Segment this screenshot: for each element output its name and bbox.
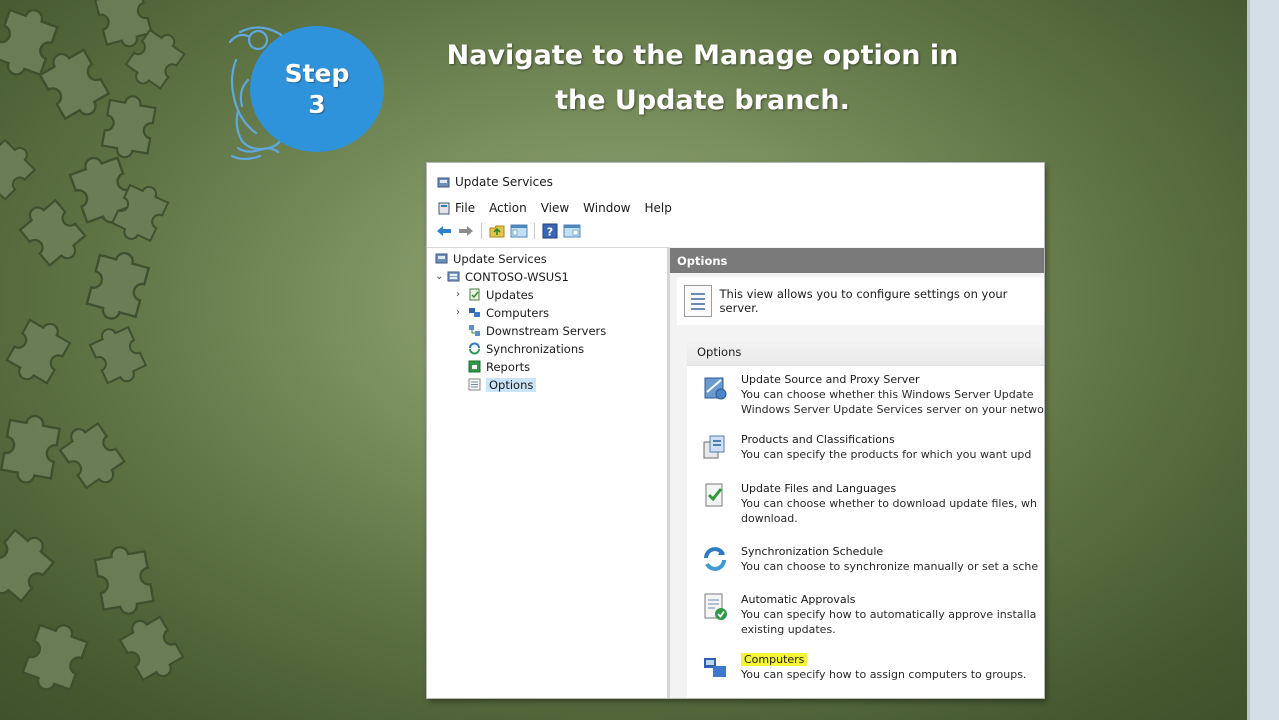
tree-item-computers[interactable]: › Computers: [456, 304, 549, 321]
puzzle-pieces-decoration: [0, 0, 190, 699]
update-services-window: Update Services File Action View Window …: [427, 163, 1044, 698]
update-files-icon: [705, 483, 723, 507]
computers-icon: [704, 658, 726, 677]
option-title: Products and Classifications: [741, 433, 895, 446]
option-description: You can specify the products for which y…: [741, 448, 1032, 461]
option-description: You can specify how to assign computers …: [741, 668, 1027, 681]
forward-arrow-icon[interactable]: [457, 223, 475, 239]
option-description: You can specify how to automatically app…: [741, 608, 1037, 621]
console-menu-icon[interactable]: [437, 202, 450, 215]
tree-item-options[interactable]: Options: [468, 376, 537, 393]
tree-label: Downstream Servers: [486, 323, 607, 338]
tree-label: Synchronizations: [486, 341, 585, 356]
tree-label: Computers: [486, 305, 550, 320]
window-title: Update Services: [455, 175, 553, 189]
update-services-icon: [435, 252, 448, 265]
help-icon[interactable]: ?: [541, 223, 559, 239]
option-description: You can choose to synchronize manually o…: [741, 560, 1039, 573]
step-label: Step: [284, 59, 350, 88]
console-tree-icon[interactable]: [510, 223, 528, 239]
option-title: Update Files and Languages: [741, 482, 897, 495]
console-tree-pane: Update Services ⌄ CONTOSO-WSUS1 › Update…: [427, 247, 667, 698]
option-automatic-approvals[interactable]: Automatic Approvals You can specify how …: [701, 592, 1044, 637]
toolbar: ?: [435, 221, 585, 241]
options-panel: Options Update Source and Proxy Server Y…: [687, 339, 1044, 698]
tree-item-server[interactable]: ⌄ CONTOSO-WSUS1: [435, 268, 569, 285]
slide-title-line-1: Navigate to the Manage option in: [446, 40, 959, 71]
toolbar-separator: [481, 223, 482, 239]
synchronizations-icon: [468, 342, 481, 355]
downstream-servers-icon: [468, 324, 481, 337]
menu-action[interactable]: Action: [489, 201, 527, 215]
tree-item-synchronizations[interactable]: Synchronizations: [468, 340, 584, 357]
update-services-app-icon: [437, 176, 450, 189]
chevron-down-icon[interactable]: ⌄: [435, 271, 447, 282]
tree-item-reports[interactable]: Reports: [468, 358, 530, 375]
back-arrow-icon[interactable]: [435, 223, 453, 239]
option-title: Computers: [741, 652, 1044, 667]
tree-label: Options: [486, 377, 537, 392]
tree-label: Updates: [486, 287, 534, 302]
option-synchronization-schedule[interactable]: Synchronization Schedule You can choose …: [701, 544, 1044, 574]
automatic-approvals-icon: [704, 593, 727, 620]
update-source-icon: [704, 377, 727, 400]
option-update-source-proxy[interactable]: Update Source and Proxy Server You can c…: [701, 372, 1044, 417]
tree-label: CONTOSO-WSUS1: [465, 269, 569, 284]
slide-side-strip: [1247, 0, 1279, 720]
option-title: Automatic Approvals: [741, 593, 856, 606]
menu-file[interactable]: File: [455, 201, 475, 215]
tree-item-updates[interactable]: › Updates: [456, 286, 534, 303]
tree-label: Reports: [486, 359, 531, 374]
intro-text: This view allows you to configure settin…: [719, 287, 1008, 315]
tree-item-update-services[interactable]: Update Services: [435, 250, 547, 267]
option-products-classifications[interactable]: Products and Classifications You can spe…: [701, 432, 1044, 462]
slide-title: Navigate to the Manage option in the Upd…: [420, 33, 985, 123]
computers-icon: [468, 306, 481, 319]
toolbar-separator: [534, 223, 535, 239]
option-description: You can choose whether this Windows Serv…: [741, 388, 1034, 401]
step-number: 3: [308, 90, 326, 119]
option-title: Update Source and Proxy Server: [741, 373, 920, 386]
option-description: Windows Server Update Services server on…: [741, 403, 1044, 416]
options-panel-title: Options: [687, 339, 1044, 366]
content-header: Options: [670, 248, 1044, 273]
window-titlebar: Update Services: [437, 173, 553, 191]
chevron-right-icon[interactable]: ›: [456, 289, 468, 300]
up-folder-icon[interactable]: [488, 223, 506, 239]
chevron-right-icon[interactable]: ›: [456, 307, 468, 318]
option-description: You can choose whether to download updat…: [741, 497, 1037, 510]
step-badge: Step 3: [250, 26, 384, 152]
options-content-pane: Options This view allows you to configur…: [670, 247, 1044, 698]
option-description: existing updates.: [741, 623, 836, 636]
reports-icon: [468, 360, 481, 373]
menu-bar: File Action View Window Help: [437, 199, 686, 217]
menu-view[interactable]: View: [541, 201, 569, 215]
menu-window[interactable]: Window: [583, 201, 630, 215]
updates-icon: [468, 288, 481, 301]
option-description: download.: [741, 512, 798, 525]
highlighted-option-title: Computers: [741, 653, 808, 666]
products-classifications-icon: [703, 435, 725, 459]
server-icon: [447, 270, 460, 283]
intro-banner: This view allows you to configure settin…: [677, 277, 1044, 325]
options-icon: [468, 378, 481, 391]
tree-item-downstream-servers[interactable]: Downstream Servers: [468, 322, 606, 339]
menu-help[interactable]: Help: [645, 201, 672, 215]
option-update-files-languages[interactable]: Update Files and Languages You can choos…: [701, 481, 1044, 526]
properties-icon[interactable]: [563, 223, 581, 239]
option-title: Synchronization Schedule: [741, 545, 884, 558]
synchronization-schedule-icon: [704, 547, 726, 571]
slide-title-line-2: the Update branch.: [555, 85, 850, 116]
svg-text:?: ?: [547, 226, 553, 239]
list-document-icon: [684, 285, 712, 317]
tree-label: Update Services: [453, 251, 547, 266]
option-computers[interactable]: Computers You can specify how to assign …: [701, 652, 1044, 682]
